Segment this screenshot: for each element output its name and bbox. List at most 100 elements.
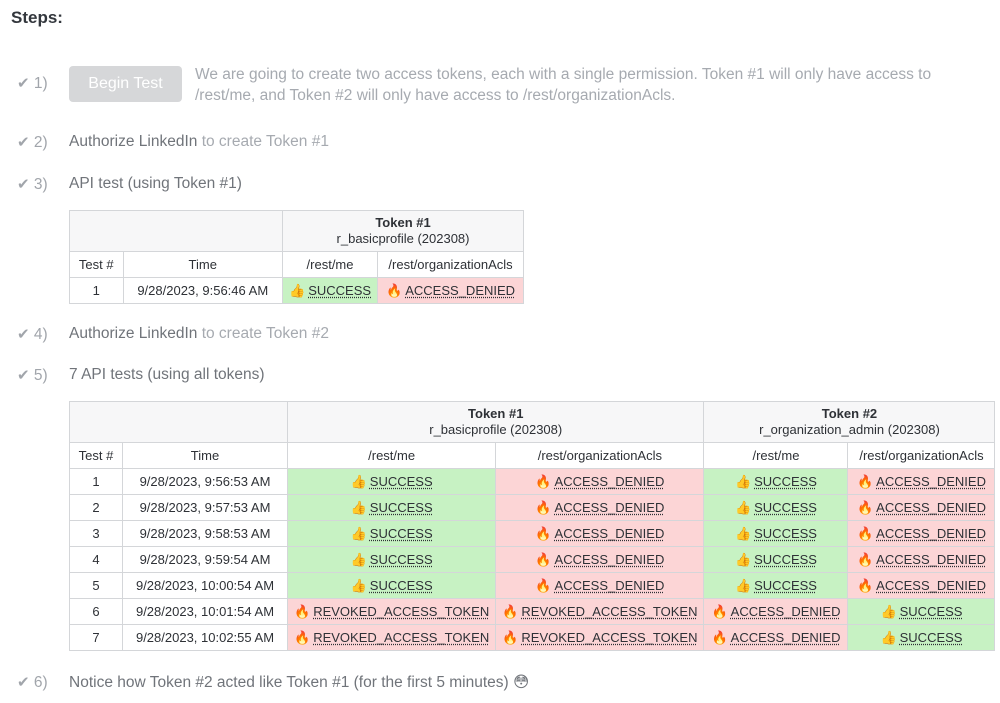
result-cell[interactable]: 🔥 ACCESS_DENIED: [703, 624, 849, 651]
test-time: 9/28/2023, 9:58:53 AM: [122, 520, 288, 547]
api-test-table-2: Token #1 r_basicprofile (202308) Token #…: [69, 401, 996, 651]
result-cell[interactable]: 👍 SUCCESS: [703, 468, 849, 495]
table-row: 6 9/28/2023, 10:01:54 AM 🔥 REVOKED_ACCESS_T…: [69, 598, 996, 625]
result-cell[interactable]: 🔥 ACCESS_DENIED: [847, 572, 996, 599]
check-icon: ✔: [17, 134, 30, 151]
step-number: 5): [33, 367, 48, 384]
column-header: /rest/me: [281, 251, 379, 278]
result-cell[interactable]: 🔥 ACCESS_DENIED: [495, 468, 705, 495]
step-5: ✔ 5) 7 API tests (using all tokens): [17, 366, 265, 385]
token-scope: r_basicprofile (202308): [429, 422, 563, 437]
test-number: 3: [69, 520, 123, 547]
thumbs-up-icon: 👍: [350, 525, 367, 541]
check-icon: ✔: [17, 75, 30, 92]
table-row: 5 9/28/2023, 10:00:54 AM 👍 SUCCESS 🔥 ACCESS_D…: [69, 572, 996, 599]
fire-icon: 🔥: [856, 499, 874, 515]
fire-icon: 🔥: [294, 629, 311, 645]
result-cell[interactable]: 🔥 ACCESS_DENIED: [703, 598, 849, 625]
authorize-linkedin-link-2[interactable]: Authorize LinkedIn: [69, 325, 197, 342]
result-cell[interactable]: 👍 SUCCESS: [703, 494, 849, 521]
fire-icon: 🔥: [535, 499, 552, 515]
test-time: 9/28/2023, 9:57:53 AM: [122, 494, 288, 521]
table-row: 1 9/28/2023, 9:56:46 AM 👍 SUCCESS 🔥 ACCESS…: [69, 277, 525, 304]
step-number: 4): [33, 326, 48, 343]
fire-icon: 🔥: [711, 629, 728, 645]
result-cell[interactable]: 🔥 ACCESS_DENIED: [495, 520, 705, 547]
step-6: ✔ 6) Notice how Token #2 acted like Toke…: [17, 673, 529, 692]
result-cell[interactable]: 🔥 REVOKED_ACCESS_TOKEN: [286, 598, 497, 625]
result-cell[interactable]: 👍 SUCCESS: [847, 624, 996, 651]
test-number: 5: [69, 572, 123, 599]
result-cell[interactable]: 👍 SUCCESS: [286, 546, 497, 573]
column-header: /rest/organizationAcls: [377, 251, 525, 278]
fire-icon: 🔥: [856, 525, 874, 541]
check-icon: ✔: [17, 176, 30, 193]
table-row: 7 9/28/2023, 10:02:55 AM 🔥 REVOKED_ACCESS_T…: [69, 624, 996, 651]
check-icon: ✔: [17, 326, 30, 343]
test-number: 2: [69, 494, 123, 521]
token-2-header: Token #2 r_organization_admin (202308): [703, 401, 996, 443]
result-cell[interactable]: 🔥 ACCESS_DENIED: [847, 520, 996, 547]
result-cell[interactable]: 👍 SUCCESS: [286, 572, 497, 599]
result-cell[interactable]: 🔥 ACCESS_DENIED: [495, 494, 705, 521]
result-cell[interactable]: 👍 SUCCESS: [286, 468, 497, 495]
result-cell[interactable]: 🔥 REVOKED_ACCESS_TOKEN: [286, 624, 497, 651]
step-number: 2): [33, 134, 48, 151]
result-cell[interactable]: 👍 SUCCESS: [703, 546, 849, 573]
result-cell[interactable]: 👍 SUCCESS: [703, 572, 849, 599]
result-cell[interactable]: 👍 SUCCESS: [286, 494, 497, 521]
token-title: Token #1: [468, 406, 524, 421]
result-cell[interactable]: 🔥 REVOKED_ACCESS_TOKEN: [495, 624, 705, 651]
fire-icon: 🔥: [856, 551, 874, 567]
result-cell[interactable]: 🔥 ACCESS_DENIED: [495, 572, 705, 599]
fire-icon: 🔥: [386, 282, 403, 298]
test-number: 1: [69, 277, 124, 304]
result-cell[interactable]: 🔥 ACCESS_DENIED: [847, 468, 996, 495]
thumbs-up-icon: 👍: [350, 577, 367, 593]
step-text: to create Token #1: [197, 133, 329, 150]
step-number: 1): [33, 75, 48, 92]
thumbs-up-icon: 👍: [350, 499, 367, 515]
test-number: 6: [69, 598, 123, 625]
result-cell[interactable]: 👍 SUCCESS: [847, 598, 996, 625]
step-text: to create Token #2: [197, 325, 329, 342]
fire-icon: 🔥: [856, 473, 874, 489]
result-cell[interactable]: 🔥 ACCESS_DENIED: [847, 494, 996, 521]
test-time: 9/28/2023, 9:56:46 AM: [122, 277, 283, 304]
result-cell[interactable]: 👍 SUCCESS: [703, 520, 849, 547]
test-number: 4: [69, 546, 123, 573]
result-cell[interactable]: 🔥 ACCESS_DENIED: [495, 546, 705, 573]
fire-icon: 🔥: [502, 629, 519, 645]
thumbs-up-icon: 👍: [350, 551, 367, 567]
check-icon: ✔: [17, 674, 30, 691]
result-cell[interactable]: 🔥 REVOKED_ACCESS_TOKEN: [495, 598, 705, 625]
table-row: 4 9/28/2023, 9:59:54 AM 👍 SUCCESS 🔥 ACCESS_DE…: [69, 546, 996, 573]
fire-icon: 🔥: [535, 551, 552, 567]
fire-icon: 🔥: [535, 473, 552, 489]
thumbs-up-icon: 👍: [734, 577, 752, 593]
api-test-table-1: Token #1 r_basicprofile (202308) Test # …: [69, 210, 525, 304]
step-4: ✔ 4) Authorize LinkedIn to create Token …: [17, 325, 329, 344]
fire-icon: 🔥: [711, 603, 728, 619]
test-time: 9/28/2023, 9:56:53 AM: [122, 468, 288, 495]
thumbs-up-icon: 👍: [289, 282, 306, 298]
result-cell[interactable]: 🔥 ACCESS_DENIED: [377, 277, 525, 304]
thumbs-up-icon: 👍: [734, 551, 752, 567]
fire-icon: 🔥: [856, 577, 874, 593]
thumbs-up-icon: 👍: [734, 525, 752, 541]
result-cell[interactable]: 👍 SUCCESS: [281, 277, 379, 304]
test-time: 9/28/2023, 10:00:54 AM: [122, 572, 288, 599]
begin-test-button[interactable]: Begin Test: [69, 66, 182, 102]
step-1: ✔ 1): [17, 74, 69, 93]
test-time: 9/28/2023, 10:01:54 AM: [122, 598, 288, 625]
result-cell[interactable]: 🔥 ACCESS_DENIED: [847, 546, 996, 573]
fire-icon: 🔥: [535, 577, 552, 593]
column-header: Time: [122, 251, 283, 278]
token-1-header: Token #1 r_basicprofile (202308): [286, 401, 705, 443]
fire-icon: 🔥: [535, 525, 552, 541]
step-text: Notice how Token #2 acted like Token #1 …: [69, 674, 530, 691]
intro-description: We are going to create two access tokens…: [195, 66, 932, 104]
thumbs-up-icon: 👍: [734, 499, 752, 515]
authorize-linkedin-link-1[interactable]: Authorize LinkedIn: [69, 133, 197, 150]
result-cell[interactable]: 👍 SUCCESS: [286, 520, 497, 547]
